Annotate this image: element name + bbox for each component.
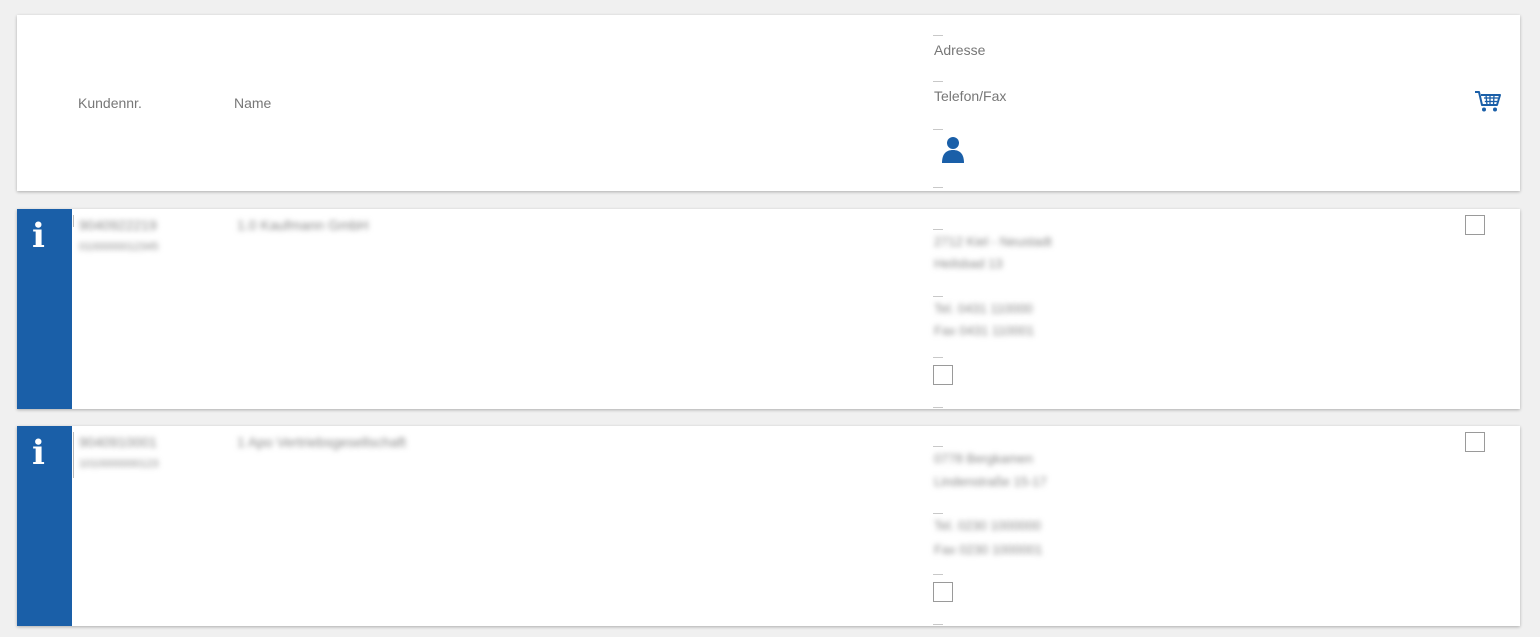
divider	[933, 229, 943, 230]
list-item[interactable]: i 9040910001 1010000000123 1 Apo Vertrie…	[17, 426, 1520, 626]
divider	[933, 129, 943, 130]
address-line-2: Lindenstraße 15-17	[934, 474, 1047, 489]
info-icon: i	[32, 216, 45, 256]
divider	[933, 296, 943, 297]
table-header: Kundennr. Name Adresse Telefon/Fax	[17, 15, 1520, 191]
customer-name: 1.0 Kaufmann GmbH	[237, 217, 369, 233]
select-row-checkbox[interactable]	[1465, 215, 1485, 235]
divider	[933, 446, 943, 447]
divider	[933, 81, 943, 82]
divider	[933, 35, 943, 36]
divider	[933, 574, 943, 575]
divider	[933, 357, 943, 358]
list-item[interactable]: i 9040922219 0100000012345 1.0 Kaufmann …	[17, 209, 1520, 409]
divider	[933, 513, 943, 514]
customer-number: 9040922219	[79, 217, 157, 233]
divider	[933, 407, 943, 408]
phone-number: Tel. 0431 110000	[934, 301, 1033, 316]
divider	[933, 624, 943, 625]
column-header-name: Name	[234, 95, 272, 111]
address-line-1: 2712 Kiel - Neustadt	[934, 234, 1052, 249]
divider	[73, 432, 74, 478]
phone-number: Tel. 0230 1000000	[934, 518, 1041, 533]
address-line-1: 0778 Bergkamen	[934, 451, 1034, 466]
customer-number: 9040910001	[79, 434, 157, 450]
select-row-checkbox[interactable]	[1465, 432, 1485, 452]
contact-checkbox[interactable]	[933, 365, 953, 385]
info-button[interactable]: i	[17, 426, 72, 626]
fax-number: Fax 0230 1000001	[934, 542, 1043, 557]
column-header-address: Adresse	[934, 42, 986, 58]
divider	[73, 215, 74, 227]
shopping-cart-icon[interactable]	[1474, 89, 1502, 113]
divider	[933, 187, 943, 188]
fax-number: Fax 0431 110001	[934, 323, 1035, 338]
info-icon: i	[32, 433, 45, 473]
customer-sub-number: 1010000000123	[79, 458, 159, 470]
info-button[interactable]: i	[17, 209, 72, 409]
column-header-customer-number: Kundennr.	[78, 95, 142, 111]
contact-checkbox[interactable]	[933, 582, 953, 602]
address-line-2: Heilsbad 13	[934, 256, 1003, 271]
person-icon	[942, 137, 964, 163]
customer-name: 1 Apo Vertriebsgesellschaft	[237, 434, 406, 450]
column-header-phone-fax: Telefon/Fax	[934, 88, 1007, 104]
customer-sub-number: 0100000012345	[79, 241, 159, 253]
